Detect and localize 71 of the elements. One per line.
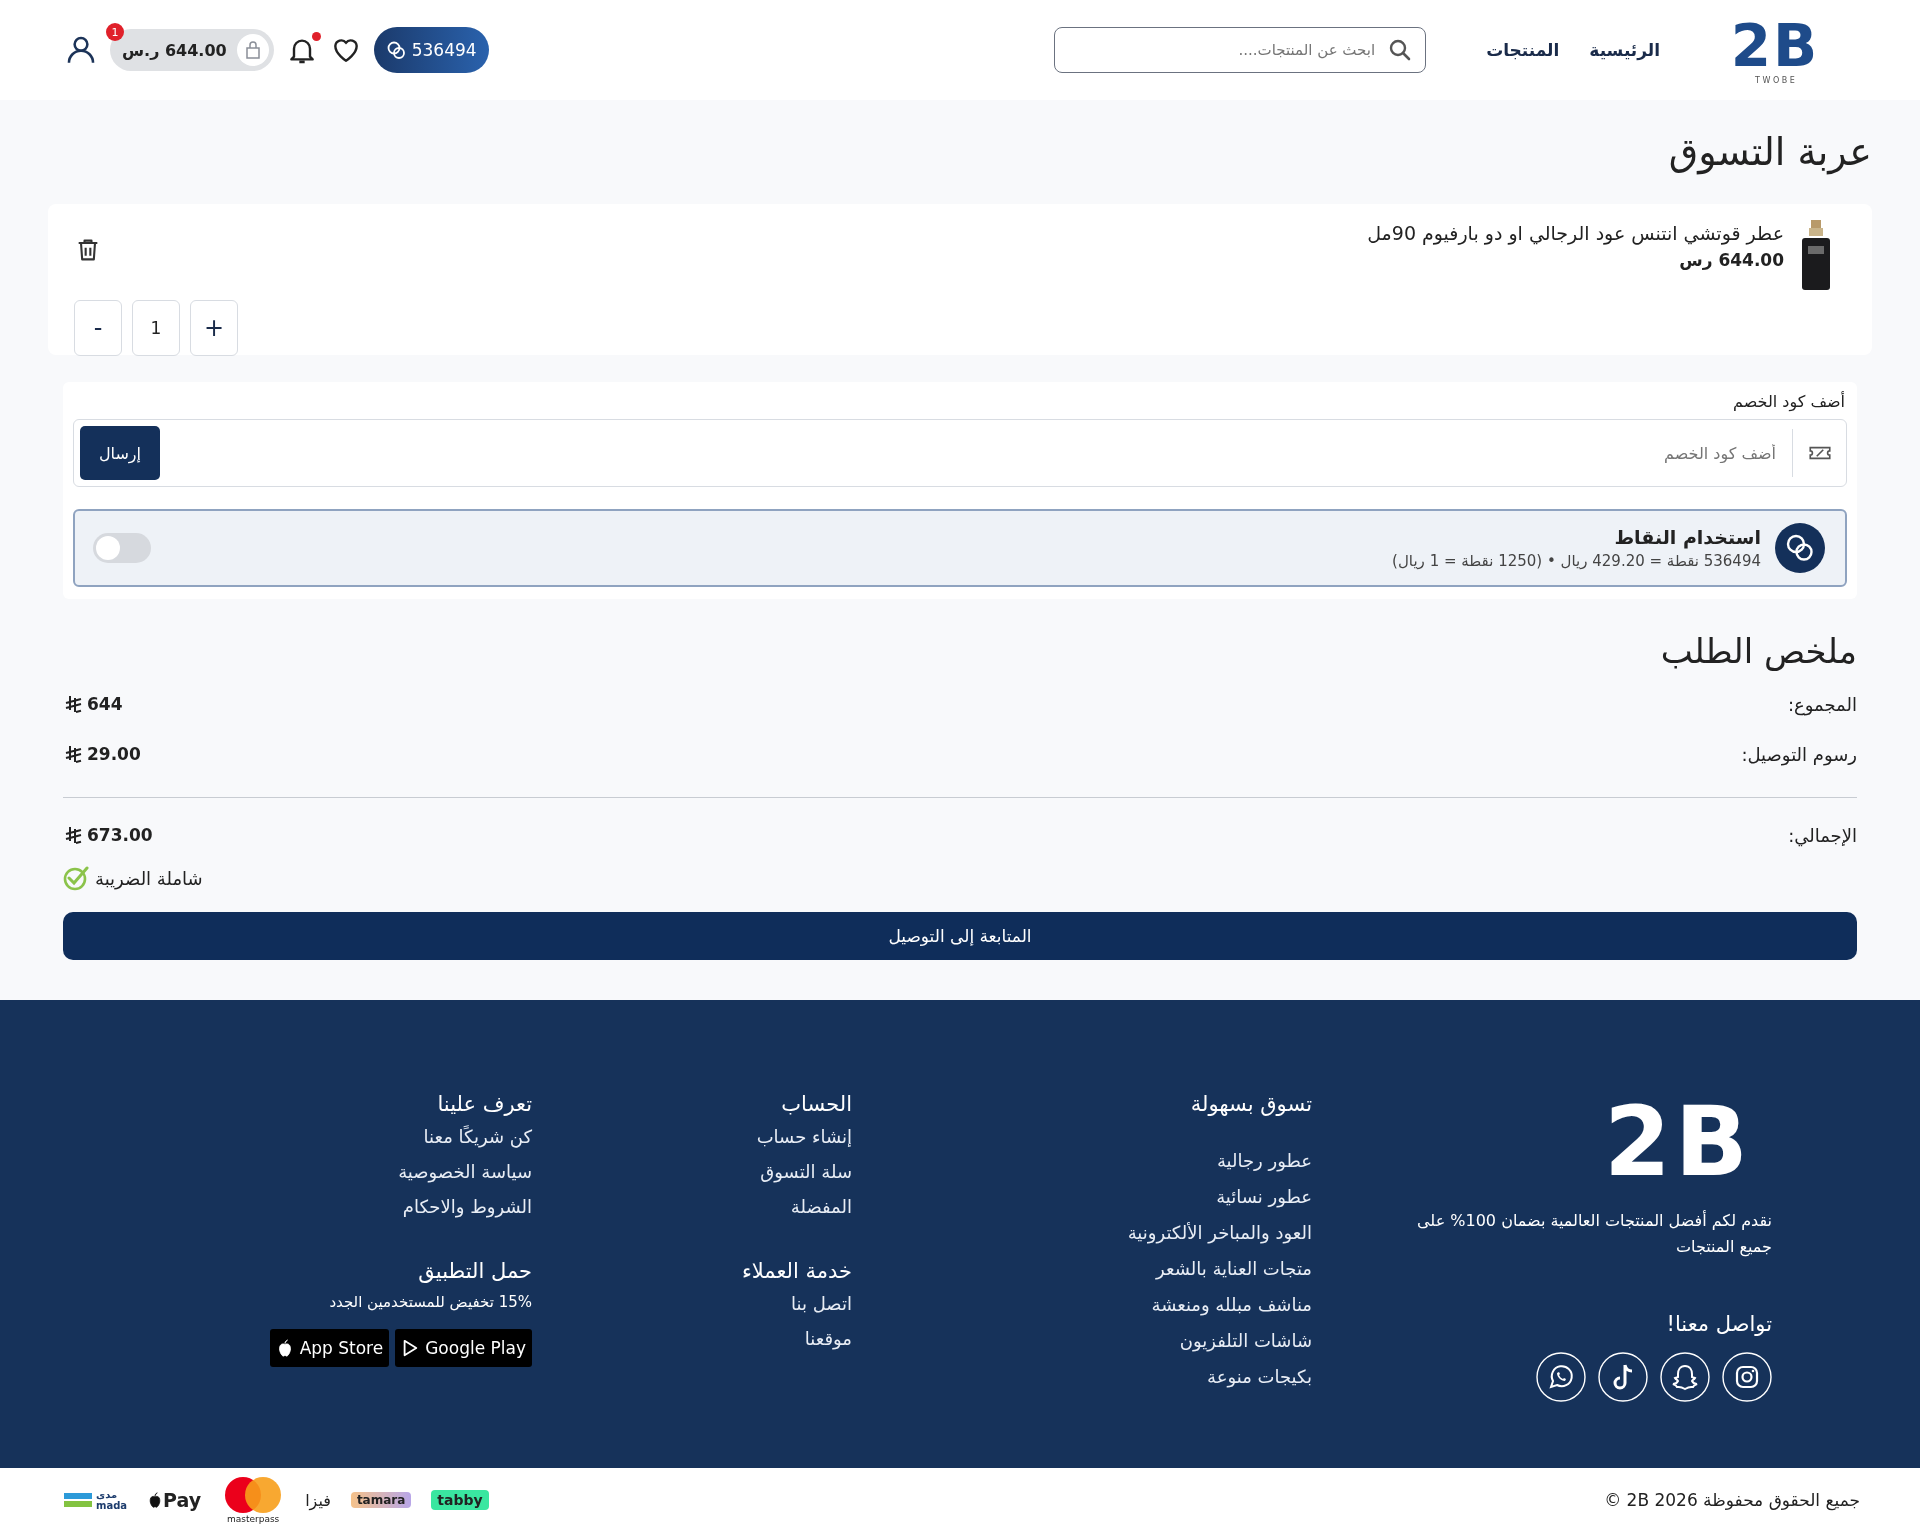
quantity-field[interactable]: 1 <box>132 300 180 356</box>
decrease-button[interactable]: - <box>74 300 122 356</box>
coupon-label: أضف كود الخصم <box>1732 392 1845 411</box>
copyright-text: جميع الحقوق محفوظة 2B 2026 © <box>1604 1490 1860 1510</box>
apple-pay-logo: Pay <box>147 1489 202 1511</box>
play-icon <box>401 1339 420 1357</box>
summary-label: المجموع: <box>1787 693 1857 715</box>
store-button[interactable]: App Store <box>269 1329 390 1367</box>
footer-link[interactable]: العود والمباخر الألكترونية <box>932 1222 1312 1243</box>
footer-link[interactable]: بكيجات منوعة <box>932 1366 1312 1387</box>
instagram-icon[interactable] <box>1722 1352 1772 1402</box>
visa-label: فيزا <box>305 1490 331 1510</box>
bag-icon <box>236 34 269 66</box>
cart-count-badge: 1 <box>106 23 124 41</box>
footer-logo: 2B <box>1604 1092 1752 1192</box>
tamara-logo: tamara <box>350 1492 412 1508</box>
tabby-logo: tabby <box>431 1490 489 1510</box>
footer-link[interactable]: كن شريكًا معنا <box>232 1126 532 1147</box>
footer-heading: خدمة العملاء <box>740 1259 852 1283</box>
footer-link[interactable]: شاشات التلفزيون <box>932 1330 1312 1351</box>
app-promo: 15% تخفيض للمستخدمين الجدد <box>328 1293 532 1311</box>
tiktok-icon[interactable] <box>1598 1352 1648 1402</box>
footer-link[interactable]: سلة التسوق <box>612 1161 852 1182</box>
nav-link[interactable]: المنتجات <box>1486 40 1560 60</box>
points-button[interactable]: 536494 <box>373 27 489 73</box>
footer-link[interactable]: إنشاء حساب <box>612 1126 852 1147</box>
search-icon <box>1388 38 1413 62</box>
total-label: الإجمالي: <box>1788 824 1857 846</box>
ghost-icon[interactable] <box>1660 1352 1710 1402</box>
riyal-icon <box>63 744 83 764</box>
footer-link[interactable]: اتصل بنا <box>612 1293 852 1314</box>
footer-link[interactable]: الشروط والاحكام <box>232 1196 532 1217</box>
logo[interactable]: 2B T W O B E <box>1720 15 1830 85</box>
page-title: عربة التسوق <box>1667 129 1872 177</box>
whatsapp-icon[interactable] <box>1536 1352 1586 1402</box>
points-title: استخدام النقاط <box>1613 526 1761 548</box>
riyal-icon <box>63 825 83 845</box>
summary-value: 29.00 <box>87 744 141 764</box>
mastercard-logo: masterpass <box>221 1476 286 1524</box>
footer-heading: تسوق بسهولة <box>1189 1092 1312 1116</box>
product-name: عطر قوتشي انتنس عود الرجالي او دو بارفيوم 90مل <box>1367 222 1784 244</box>
checkout-button[interactable]: المتابعة إلى التوصيل <box>63 912 1857 960</box>
toggle-switch[interactable] <box>93 533 151 563</box>
footer-link[interactable]: موقعنا <box>612 1328 852 1349</box>
footer-heading: تعرف علينا <box>436 1092 532 1116</box>
coins-icon <box>385 40 406 60</box>
tax-note: شاملة الضريبة <box>95 867 203 889</box>
footer-heading: حمل التطبيق <box>417 1259 532 1283</box>
coins-icon <box>1775 523 1825 573</box>
summary-title: ملخص الطلب <box>1659 630 1857 673</box>
summary-value: 644 <box>87 694 123 714</box>
footer-link[interactable]: عطور نسائية <box>932 1186 1312 1207</box>
footer-link[interactable]: سياسة الخصوصية <box>232 1161 532 1182</box>
submit-button[interactable]: إرسال <box>80 426 160 480</box>
riyal-icon <box>63 694 83 714</box>
nav-link[interactable]: الرئيسية <box>1589 40 1660 60</box>
points-details: 536494 نقطة = 429.20 ريال • (1250 نقطة = 1 ريال) <box>1392 552 1761 570</box>
footer-heading: الحساب <box>780 1092 852 1116</box>
product-price: 644.00 رس <box>1678 250 1784 270</box>
increase-button[interactable]: + <box>190 300 238 356</box>
summary-label: رسوم التوصيل: <box>1741 743 1857 765</box>
footer-link[interactable]: مناشف مبلله ومنعشة <box>932 1294 1312 1315</box>
footer-link[interactable]: متجات العناية بالشعر <box>932 1258 1312 1279</box>
footer-link[interactable]: المفضلة <box>612 1196 852 1217</box>
social-heading: تواصل معنا! <box>1665 1312 1772 1336</box>
total-value: 673.00 <box>87 825 153 845</box>
store-button[interactable]: Google Play <box>395 1329 532 1367</box>
footer-link[interactable]: عطور رجالية <box>932 1150 1312 1171</box>
search-field[interactable]: ابحث عن المنتجات.... <box>1054 27 1427 73</box>
footer-tagline: نقدم لكم أفضل المنتجات العالمية بضمان 100% على جميع المنتجات <box>1416 1209 1772 1259</box>
check-icon <box>63 865 89 891</box>
